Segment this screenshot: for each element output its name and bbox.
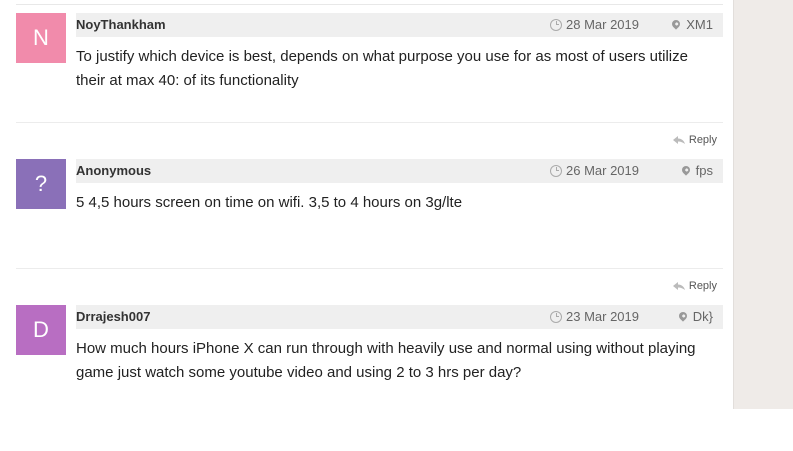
comment-text: To justify which device is best, depends… bbox=[76, 48, 688, 89]
clock-icon bbox=[550, 18, 562, 31]
comment-date: 26 Mar 2019 bbox=[550, 159, 639, 183]
map-pin-icon bbox=[679, 163, 692, 176]
comment-date-text: 28 Mar 2019 bbox=[566, 17, 639, 32]
comment-date: 28 Mar 2019 bbox=[550, 13, 639, 37]
comment-location: fps bbox=[679, 159, 713, 183]
comment-author[interactable]: Drrajesh007 bbox=[76, 305, 150, 329]
comment-location: Dk} bbox=[677, 305, 713, 329]
comment-header: NoyThankham 28 Mar 2019 XM1 bbox=[76, 13, 723, 37]
comment-author[interactable]: NoyThankham bbox=[76, 13, 166, 37]
avatar: D bbox=[16, 305, 66, 355]
comment-author[interactable]: Anonymous bbox=[76, 159, 151, 183]
comment-header: Drrajesh007 23 Mar 2019 Dk} bbox=[76, 305, 723, 329]
comment-text: How much hours iPhone X can run through … bbox=[76, 340, 696, 381]
comment-date: 23 Mar 2019 bbox=[550, 305, 639, 329]
comment-location-text: XM1 bbox=[686, 17, 713, 32]
comment-item: D Drrajesh007 23 Mar 2019 Dk} How much h… bbox=[16, 305, 723, 451]
reply-arrow-icon bbox=[672, 136, 685, 145]
avatar: ? bbox=[16, 159, 66, 209]
comment-divider bbox=[16, 268, 723, 269]
comment-location-text: fps bbox=[695, 163, 713, 178]
reply-label: Reply bbox=[688, 134, 717, 146]
side-panel bbox=[733, 0, 793, 409]
comment-date-text: 26 Mar 2019 bbox=[566, 163, 639, 178]
comment-location: XM1 bbox=[670, 13, 713, 37]
clock-icon bbox=[550, 310, 562, 323]
reply-label: Reply bbox=[688, 280, 717, 292]
map-pin-icon bbox=[670, 17, 682, 30]
comment-divider bbox=[16, 122, 723, 123]
comment-text: 5 4,5 hours screen on time on wifi. 3,5 … bbox=[76, 194, 463, 211]
comment-date-text: 23 Mar 2019 bbox=[566, 309, 639, 324]
comment-header: Anonymous 26 Mar 2019 fps bbox=[76, 159, 723, 183]
comment-item: ? Anonymous 26 Mar 2019 fps 5 4,5 hours … bbox=[16, 159, 723, 305]
reply-arrow-icon bbox=[672, 282, 685, 291]
reply-button[interactable]: Reply bbox=[672, 134, 717, 146]
comment-location-text: Dk} bbox=[692, 309, 713, 324]
comment-item: N NoyThankham 28 Mar 2019 XM1 To justify… bbox=[16, 13, 723, 159]
clock-icon bbox=[550, 164, 562, 177]
map-pin-icon bbox=[677, 309, 689, 322]
top-divider bbox=[16, 4, 723, 5]
avatar: N bbox=[16, 13, 66, 63]
reply-button[interactable]: Reply bbox=[672, 280, 717, 292]
